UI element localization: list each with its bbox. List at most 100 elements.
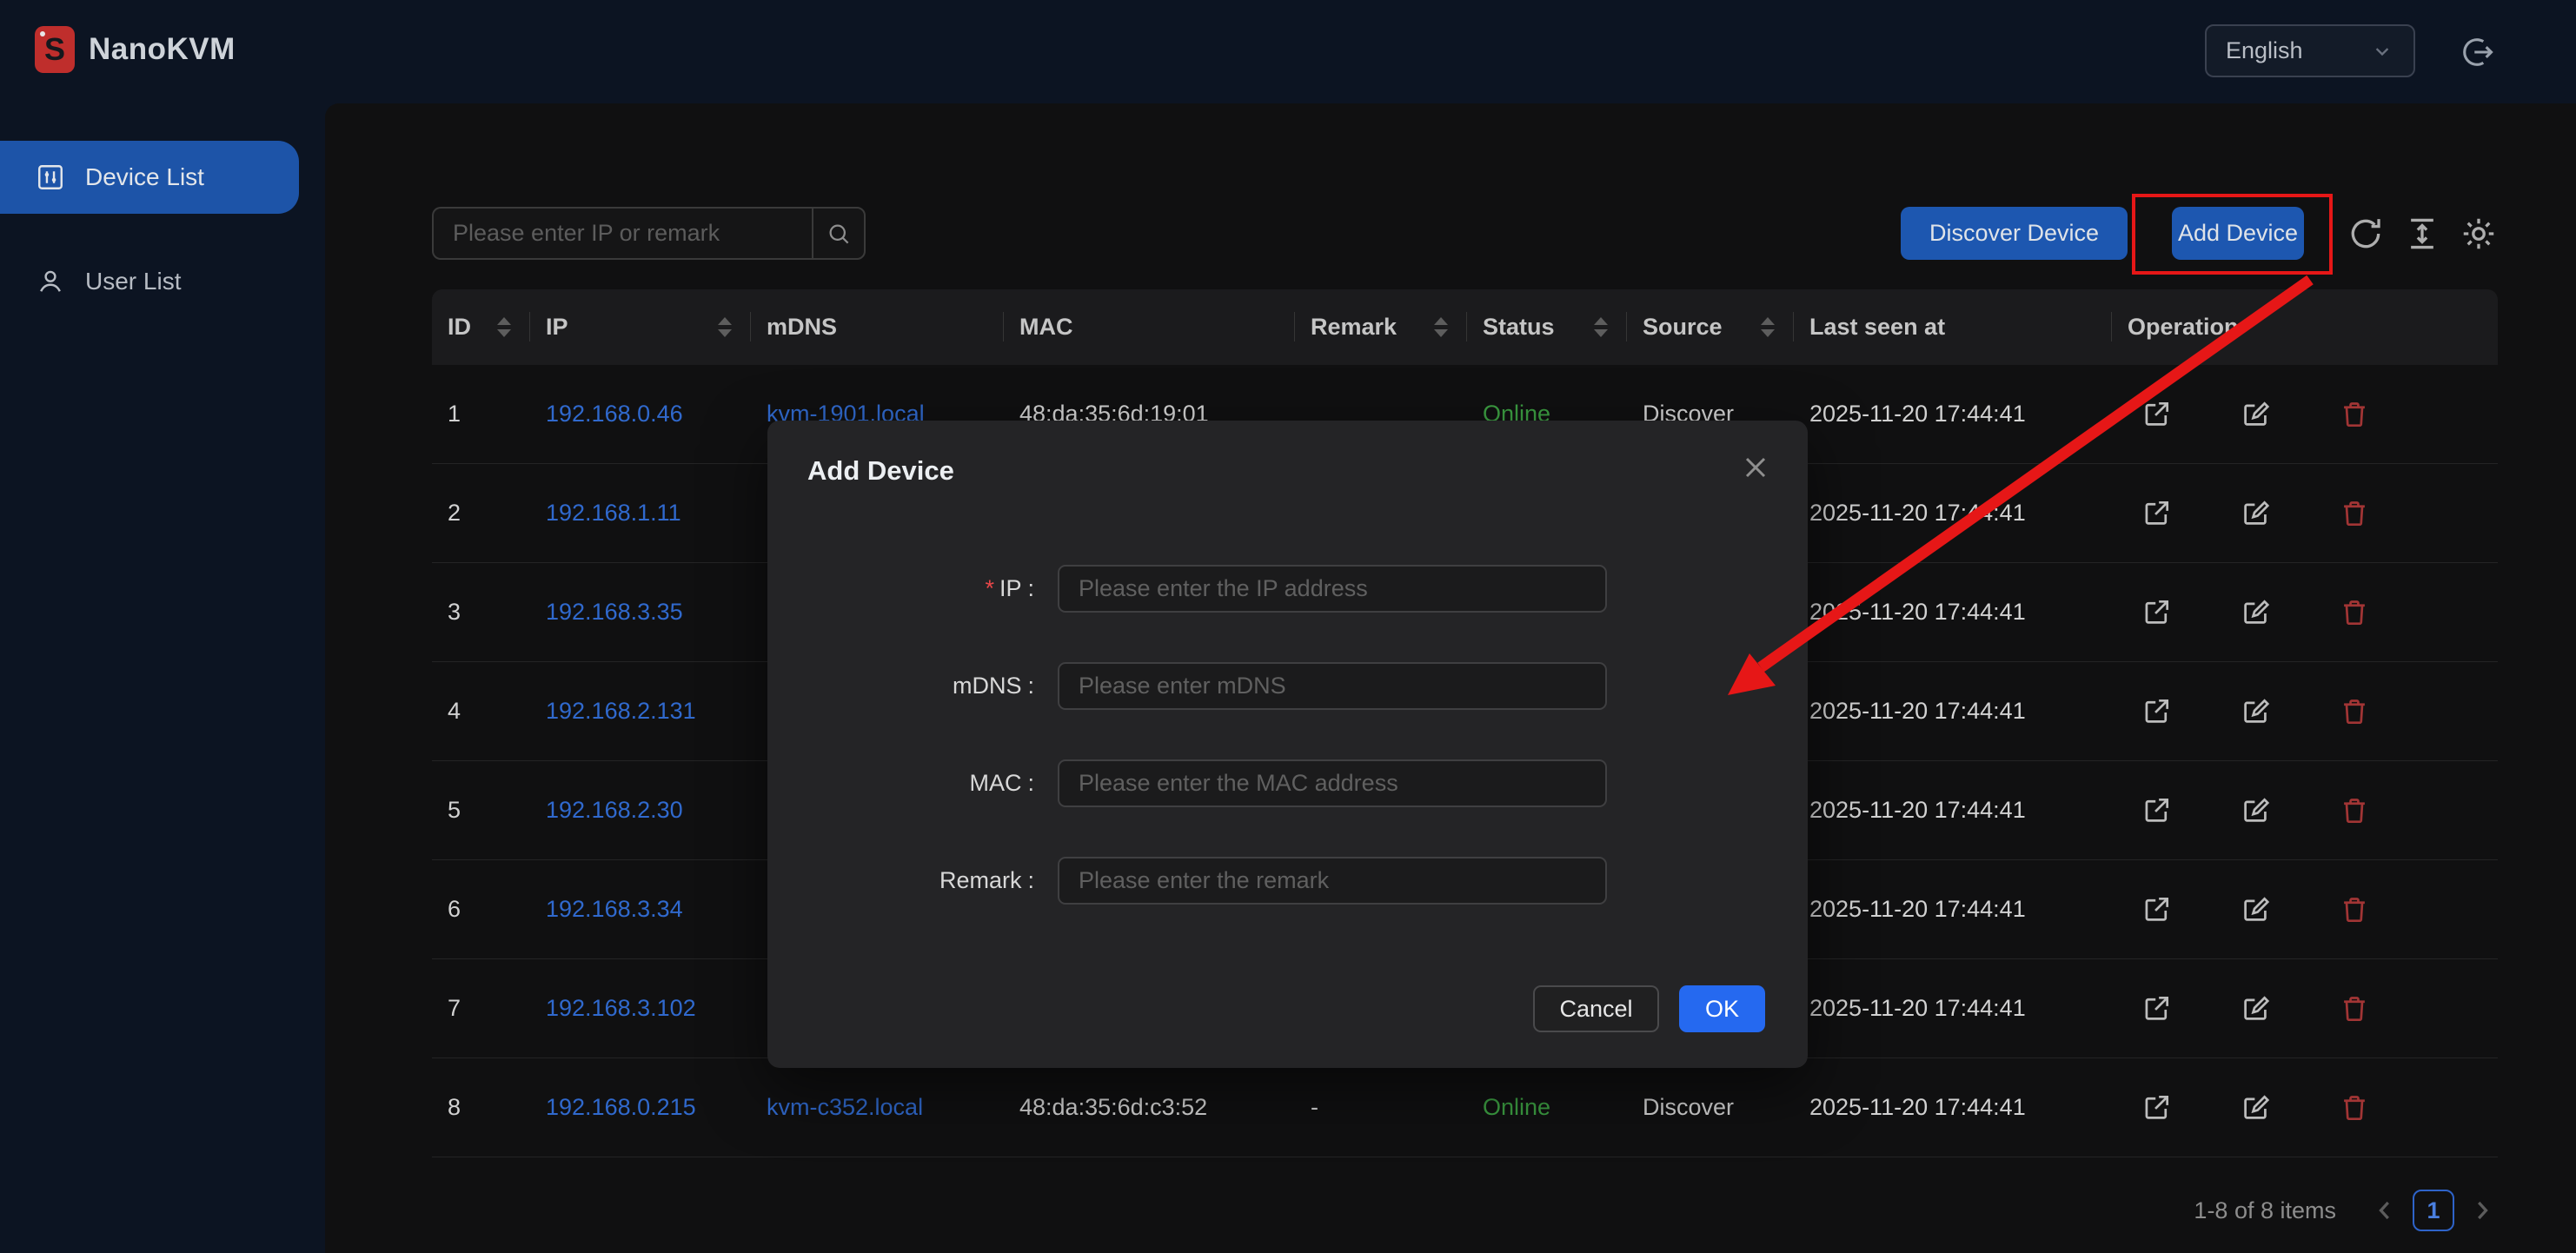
search-group	[432, 207, 866, 260]
open-device-icon[interactable]	[2140, 992, 2173, 1025]
column-header-last-seen: Last seen at	[1794, 289, 2112, 365]
ip-link[interactable]: 192.168.2.131	[546, 698, 696, 725]
cell-ip: 192.168.0.46	[530, 365, 751, 463]
edit-icon[interactable]	[2239, 695, 2272, 728]
cancel-button[interactable]: Cancel	[1533, 985, 1659, 1032]
settings-gear-icon[interactable]	[2460, 215, 2498, 253]
delete-trash-icon[interactable]	[2338, 695, 2371, 728]
delete-trash-icon[interactable]	[2338, 398, 2371, 431]
cell-last-seen: 2025-11-20 17:44:41	[1794, 563, 2112, 661]
search-icon	[826, 221, 852, 247]
mac-field[interactable]	[1058, 759, 1607, 807]
cell-operation	[2112, 761, 2498, 859]
remark-field[interactable]	[1058, 857, 1607, 905]
delete-trash-icon[interactable]	[2338, 893, 2371, 926]
sidebar-item-device-list[interactable]: Device List	[0, 141, 299, 214]
delete-trash-icon[interactable]	[2338, 596, 2371, 629]
edit-icon[interactable]	[2239, 893, 2272, 926]
cell-operation	[2112, 563, 2498, 661]
ip-link[interactable]: 192.168.0.215	[546, 1094, 696, 1121]
column-header-mac: MAC	[1004, 289, 1295, 365]
form-row-mac: MAC:	[767, 759, 1808, 807]
sorter-icon[interactable]	[1594, 317, 1608, 337]
open-device-icon[interactable]	[2140, 893, 2173, 926]
mdns-field[interactable]	[1058, 662, 1607, 710]
cell-last-seen: 2025-11-20 17:44:41	[1794, 860, 2112, 958]
language-select[interactable]: English	[2205, 24, 2415, 77]
cell-mac: 48:da:35:6d:c3:52	[1004, 1058, 1295, 1157]
pagination-summary: 1-8 of 8 items	[2194, 1197, 2336, 1224]
table-header: ID IP mDNS MAC Remark Status Source Last…	[432, 289, 2498, 365]
sorter-icon[interactable]	[718, 317, 732, 337]
status-text: Online	[1467, 1058, 1627, 1157]
cell-id: 8	[432, 1058, 530, 1157]
page-number-button[interactable]: 1	[2413, 1190, 2454, 1231]
mdns-link[interactable]: kvm-c352.local	[767, 1094, 923, 1121]
modal-title: Add Device	[807, 455, 954, 487]
delete-trash-icon[interactable]	[2338, 497, 2371, 530]
discover-device-button[interactable]: Discover Device	[1901, 207, 2128, 260]
column-header-ip[interactable]: IP	[530, 289, 751, 365]
ip-link[interactable]: 192.168.1.11	[546, 500, 681, 527]
edit-icon[interactable]	[2239, 398, 2272, 431]
sidebar-item-label: User List	[85, 268, 181, 295]
logout-icon[interactable]	[2458, 33, 2496, 71]
brand: S NanoKVM	[35, 26, 236, 73]
search-input[interactable]	[432, 207, 812, 260]
user-icon	[35, 266, 66, 297]
ip-link[interactable]: 192.168.2.30	[546, 797, 683, 824]
column-height-icon[interactable]	[2403, 215, 2441, 253]
chevron-right-icon[interactable]	[2466, 1195, 2498, 1226]
refresh-icon[interactable]	[2347, 215, 2385, 253]
column-header-remark[interactable]: Remark	[1295, 289, 1467, 365]
edit-icon[interactable]	[2239, 596, 2272, 629]
cell-operation	[2112, 959, 2498, 1057]
cell-last-seen: 2025-11-20 17:44:41	[1794, 464, 2112, 562]
ip-field[interactable]	[1058, 565, 1607, 613]
cell-last-seen: 2025-11-20 17:44:41	[1794, 761, 2112, 859]
cell-ip: 192.168.2.131	[530, 662, 751, 760]
chevron-left-icon[interactable]	[2369, 1195, 2400, 1226]
cell-id: 5	[432, 761, 530, 859]
ip-link[interactable]: 192.168.3.35	[546, 599, 683, 626]
add-device-button[interactable]: Add Device	[2172, 207, 2304, 260]
cell-ip: 192.168.3.102	[530, 959, 751, 1057]
search-button[interactable]	[812, 207, 866, 260]
open-device-icon[interactable]	[2140, 497, 2173, 530]
cell-operation	[2112, 365, 2498, 463]
close-icon[interactable]	[1738, 450, 1773, 485]
sorter-icon[interactable]	[1434, 317, 1448, 337]
column-header-source[interactable]: Source	[1627, 289, 1794, 365]
edit-icon[interactable]	[2239, 794, 2272, 827]
edit-icon[interactable]	[2239, 497, 2272, 530]
cell-operation	[2112, 1058, 2498, 1157]
edit-icon[interactable]	[2239, 1091, 2272, 1124]
cell-id: 4	[432, 662, 530, 760]
open-device-icon[interactable]	[2140, 398, 2173, 431]
delete-trash-icon[interactable]	[2338, 794, 2371, 827]
ip-link[interactable]: 192.168.3.102	[546, 995, 696, 1022]
device-list-icon	[35, 162, 66, 193]
modal-footer: Cancel OK	[767, 985, 1808, 1032]
delete-trash-icon[interactable]	[2338, 1091, 2371, 1124]
open-device-icon[interactable]	[2140, 596, 2173, 629]
open-device-icon[interactable]	[2140, 794, 2173, 827]
cell-mdns: kvm-c352.local	[751, 1058, 1004, 1157]
open-device-icon[interactable]	[2140, 695, 2173, 728]
column-header-id[interactable]: ID	[432, 289, 530, 365]
cell-operation	[2112, 860, 2498, 958]
cell-ip: 192.168.3.35	[530, 563, 751, 661]
sorter-icon[interactable]	[497, 317, 511, 337]
column-header-operation: Operation	[2112, 289, 2498, 365]
ip-link[interactable]: 192.168.3.34	[546, 896, 683, 923]
edit-icon[interactable]	[2239, 992, 2272, 1025]
delete-trash-icon[interactable]	[2338, 992, 2371, 1025]
sorter-icon[interactable]	[1761, 317, 1775, 337]
ip-link[interactable]: 192.168.0.46	[546, 401, 683, 428]
column-header-status[interactable]: Status	[1467, 289, 1627, 365]
ok-button[interactable]: OK	[1679, 985, 1765, 1032]
mac-label: MAC:	[767, 770, 1034, 797]
cell-id: 1	[432, 365, 530, 463]
sidebar-item-user-list[interactable]: User List	[0, 245, 325, 318]
open-device-icon[interactable]	[2140, 1091, 2173, 1124]
